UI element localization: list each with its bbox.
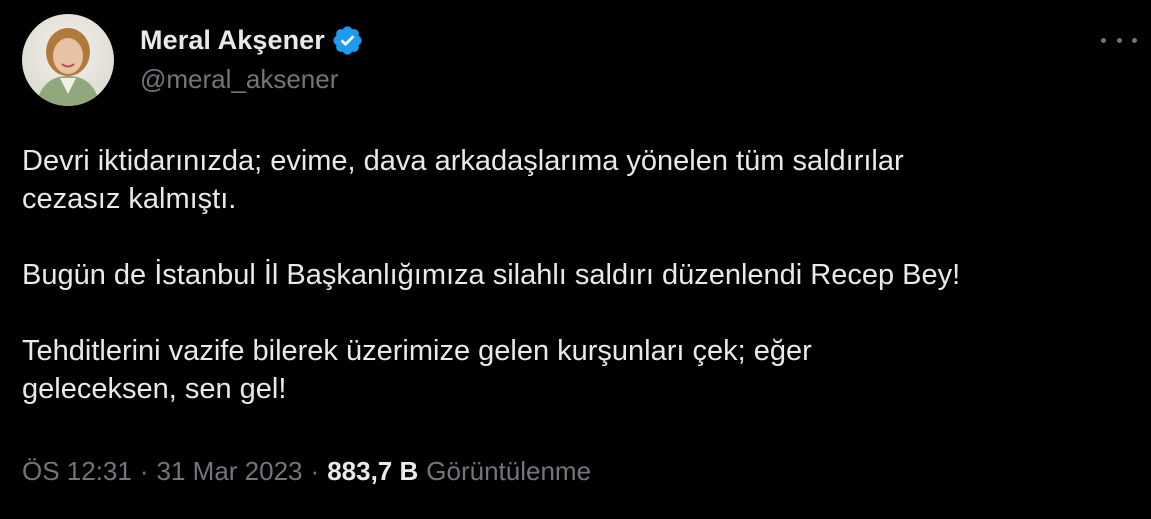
tweet-text: Devri iktidarınızda; evime, dava arkadaş… <box>22 142 1137 446</box>
more-dot <box>1116 37 1122 43</box>
more-options-icon[interactable] <box>1101 28 1137 52</box>
verified-badge-icon[interactable] <box>331 24 364 57</box>
handle[interactable]: @meral_aksener <box>140 64 364 95</box>
tweet-time[interactable]: ÖS 12:31 <box>22 456 132 487</box>
name-row: Meral Akşener <box>140 22 364 58</box>
author-block[interactable]: Meral Akşener @meral_aksener <box>140 22 364 95</box>
tweet-paragraph: Bugün de İstanbul İl Başkanlığımıza sila… <box>22 259 961 291</box>
more-dot <box>1101 37 1106 43</box>
views-label: Görüntülenme <box>426 456 592 486</box>
tweet-paragraph: Devri iktidarınızda; evime, dava arkadaş… <box>22 145 904 215</box>
tweet-meta: ÖS 12:31 · 31 Mar 2023 · 883,7 B Görüntü… <box>22 456 591 487</box>
meta-separator: · <box>310 456 320 486</box>
avatar[interactable] <box>22 14 114 106</box>
meta-separator: · <box>139 456 149 486</box>
tweet: Meral Akşener @meral_aksener Devri iktid… <box>0 0 1151 519</box>
display-name[interactable]: Meral Akşener <box>140 25 325 56</box>
avatar-image <box>22 14 114 106</box>
tweet-paragraph: Tehditlerini vazife bilerek üzerimize ge… <box>22 335 812 405</box>
views-count[interactable]: 883,7 B <box>327 456 418 487</box>
tweet-date[interactable]: 31 Mar 2023 <box>157 456 303 487</box>
more-dot <box>1132 37 1137 43</box>
